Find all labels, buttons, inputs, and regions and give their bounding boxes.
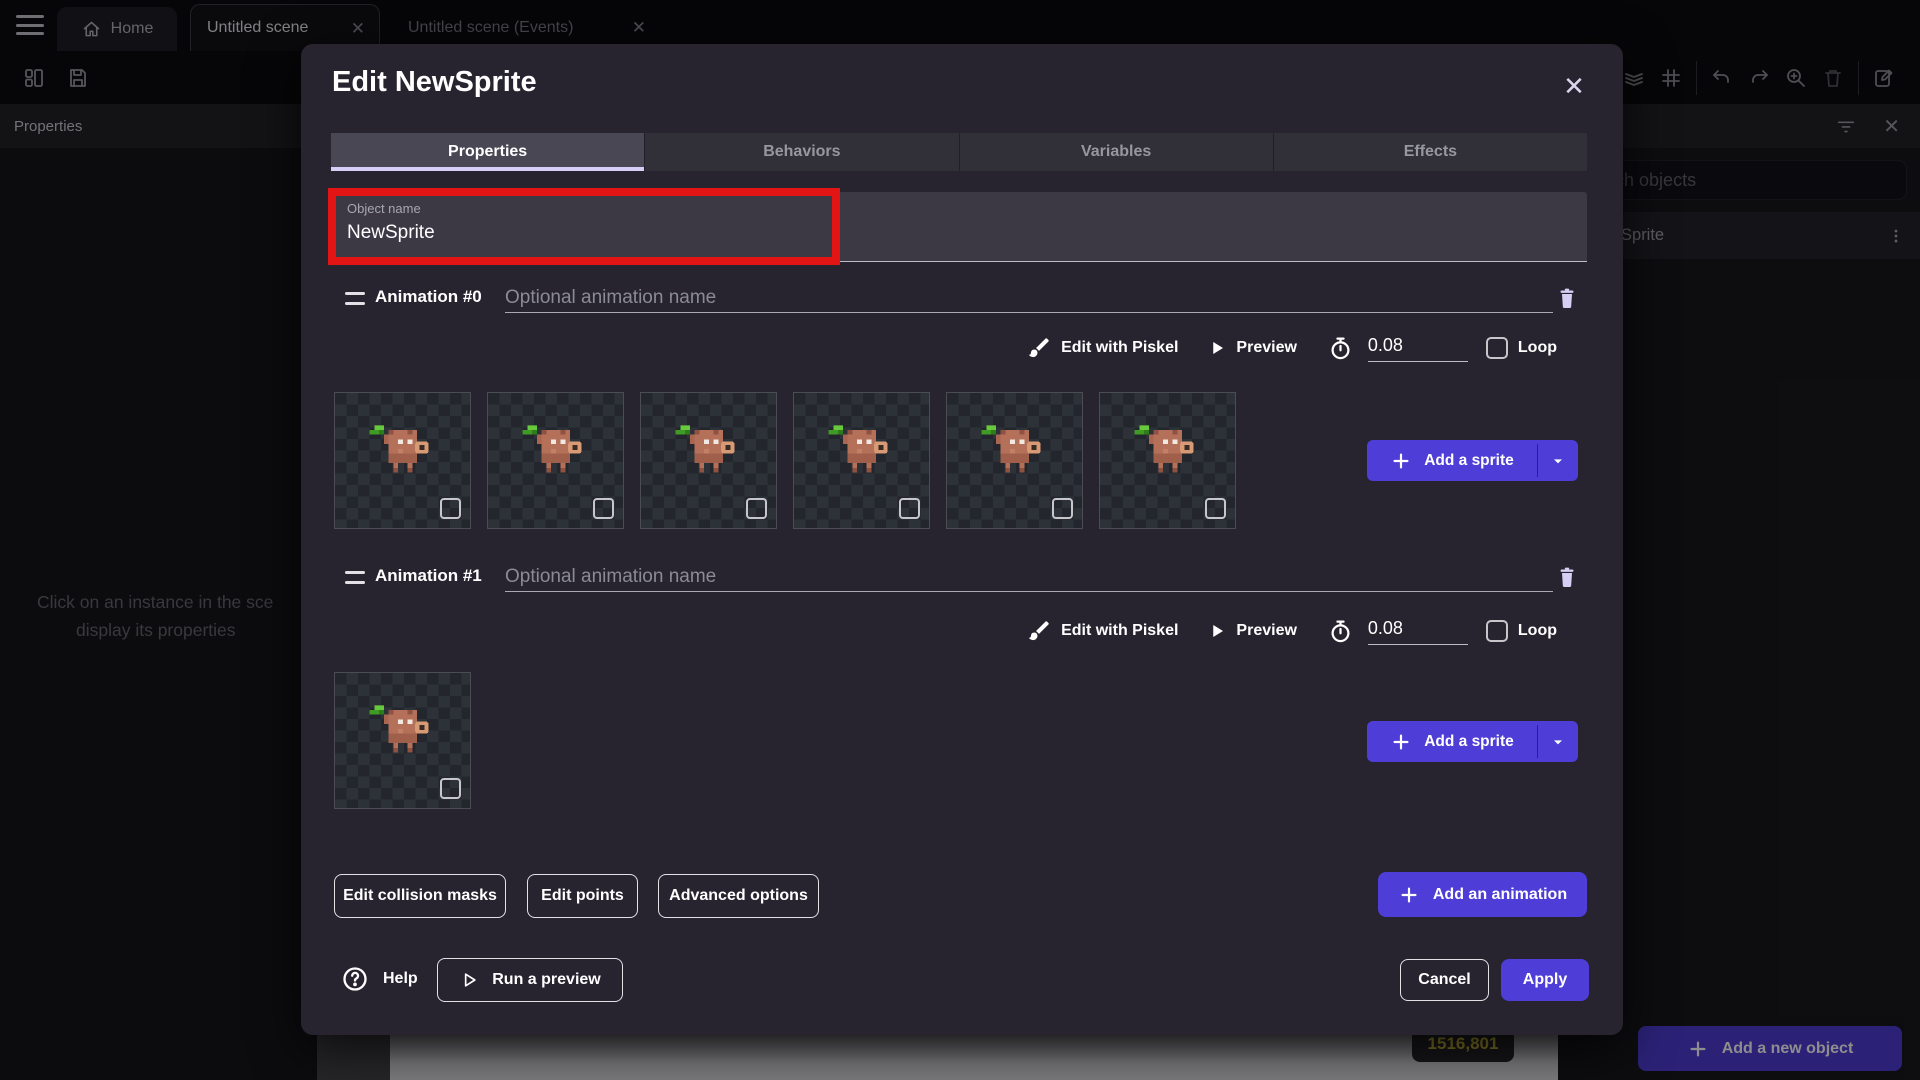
dialog-title: Edit NewSprite bbox=[332, 66, 537, 99]
animation-1-frames bbox=[334, 672, 471, 809]
pig-sprite-image bbox=[369, 426, 431, 483]
add-sprite-label: Add a sprite bbox=[1424, 733, 1514, 751]
stopwatch-icon bbox=[1327, 618, 1354, 645]
animation-0-frames bbox=[334, 392, 1236, 529]
pig-sprite-image bbox=[981, 426, 1043, 483]
frame-checkbox[interactable] bbox=[440, 498, 461, 519]
loop-label: Loop bbox=[1518, 622, 1557, 640]
time-between-frames-field bbox=[1368, 618, 1468, 645]
animation-1-header: Animation #1 bbox=[331, 562, 1587, 594]
tab-behaviors[interactable]: Behaviors bbox=[644, 133, 958, 171]
chevron-down-icon bbox=[1550, 734, 1566, 750]
apply-button[interactable]: Apply bbox=[1501, 959, 1589, 1001]
frame-checkbox[interactable] bbox=[593, 498, 614, 519]
sprite-frame[interactable] bbox=[334, 392, 471, 529]
plus-icon bbox=[1398, 884, 1420, 906]
pig-sprite-image bbox=[522, 426, 584, 483]
pig-sprite-image bbox=[828, 426, 890, 483]
delete-animation-icon[interactable] bbox=[1549, 281, 1585, 315]
gdevelop-app: Home Untitled scene ✕ Untitled scene (Ev… bbox=[0, 0, 1920, 1080]
animation-1-name-input[interactable] bbox=[505, 562, 1553, 592]
run-preview-label: Run a preview bbox=[492, 971, 600, 989]
sprite-frame[interactable] bbox=[1099, 392, 1236, 529]
loop-checkbox[interactable] bbox=[1486, 620, 1508, 642]
help-button[interactable]: Help bbox=[341, 965, 418, 993]
edit-object-dialog: Edit NewSprite ✕ Properties Behaviors Va… bbox=[301, 44, 1623, 1035]
sprite-frame[interactable] bbox=[487, 392, 624, 529]
drag-handle-icon[interactable] bbox=[345, 292, 365, 305]
edit-with-piskel-button[interactable]: Edit with Piskel bbox=[1061, 339, 1178, 357]
object-name-input[interactable] bbox=[347, 222, 947, 244]
play-icon bbox=[1208, 339, 1226, 357]
add-animation-button[interactable]: Add an animation bbox=[1378, 872, 1587, 917]
play-outline-icon bbox=[459, 970, 479, 990]
frame-checkbox[interactable] bbox=[1052, 498, 1073, 519]
help-label: Help bbox=[383, 970, 418, 988]
tab-effects[interactable]: Effects bbox=[1273, 133, 1587, 171]
frame-checkbox[interactable] bbox=[899, 498, 920, 519]
frame-checkbox[interactable] bbox=[1205, 498, 1226, 519]
pig-sprite-image bbox=[675, 426, 737, 483]
add-sprite-dropdown[interactable] bbox=[1538, 440, 1578, 481]
add-animation-label: Add an animation bbox=[1433, 886, 1567, 904]
add-sprite-label: Add a sprite bbox=[1424, 452, 1514, 470]
time-between-frames-input[interactable] bbox=[1368, 618, 1468, 645]
add-sprite-button[interactable]: Add a sprite bbox=[1367, 440, 1578, 481]
run-preview-button[interactable]: Run a preview bbox=[437, 958, 623, 1002]
preview-button[interactable]: Preview bbox=[1236, 622, 1296, 640]
object-name-field-label: Object name bbox=[347, 201, 1571, 216]
brush-icon bbox=[1026, 335, 1052, 361]
cancel-button[interactable]: Cancel bbox=[1400, 959, 1489, 1001]
time-between-frames-input[interactable] bbox=[1368, 335, 1468, 362]
tab-variables[interactable]: Variables bbox=[959, 133, 1273, 171]
pig-sprite-image bbox=[369, 706, 431, 763]
play-icon bbox=[1208, 622, 1226, 640]
animation-0-name-field bbox=[505, 283, 1553, 313]
sprite-frame[interactable] bbox=[334, 672, 471, 809]
loop-label: Loop bbox=[1518, 339, 1557, 357]
edit-points-button[interactable]: Edit points bbox=[527, 874, 638, 918]
pig-sprite-image bbox=[1134, 426, 1196, 483]
help-icon bbox=[341, 965, 369, 993]
sprite-frame[interactable] bbox=[640, 392, 777, 529]
loop-checkbox[interactable] bbox=[1486, 337, 1508, 359]
sprite-frame[interactable] bbox=[793, 392, 930, 529]
plus-icon bbox=[1390, 450, 1412, 472]
sprite-frame[interactable] bbox=[946, 392, 1083, 529]
brush-icon bbox=[1026, 618, 1052, 644]
dialog-close-icon[interactable]: ✕ bbox=[1554, 66, 1594, 106]
animation-1-title: Animation #1 bbox=[375, 566, 482, 586]
frame-checkbox[interactable] bbox=[746, 498, 767, 519]
animation-1-name-field bbox=[505, 562, 1553, 592]
add-sprite-button[interactable]: Add a sprite bbox=[1367, 721, 1578, 762]
time-between-frames-field bbox=[1368, 335, 1468, 362]
drag-handle-icon[interactable] bbox=[345, 571, 365, 584]
animation-0-name-input[interactable] bbox=[505, 283, 1553, 313]
frame-checkbox[interactable] bbox=[440, 778, 461, 799]
dialog-tab-bar: Properties Behaviors Variables Effects bbox=[331, 133, 1587, 171]
chevron-down-icon bbox=[1550, 453, 1566, 469]
animation-1-actions: Edit with Piskel Preview Loop bbox=[1026, 609, 1557, 653]
animation-0-title: Animation #0 bbox=[375, 287, 482, 307]
add-sprite-dropdown[interactable] bbox=[1538, 721, 1578, 762]
tab-properties[interactable]: Properties bbox=[331, 133, 644, 171]
dialog-footer: Help Run a preview Cancel Apply bbox=[301, 958, 1623, 1002]
edit-collision-masks-button[interactable]: Edit collision masks bbox=[334, 874, 506, 918]
advanced-options-button[interactable]: Advanced options bbox=[658, 874, 819, 918]
animation-0-header: Animation #0 bbox=[331, 283, 1587, 315]
plus-icon bbox=[1390, 731, 1412, 753]
preview-button[interactable]: Preview bbox=[1236, 339, 1296, 357]
delete-animation-icon[interactable] bbox=[1549, 560, 1585, 594]
stopwatch-icon bbox=[1327, 335, 1354, 362]
animation-0-actions: Edit with Piskel Preview Loop bbox=[1026, 326, 1557, 370]
edit-with-piskel-button[interactable]: Edit with Piskel bbox=[1061, 622, 1178, 640]
object-name-field[interactable]: Object name bbox=[331, 192, 1587, 262]
